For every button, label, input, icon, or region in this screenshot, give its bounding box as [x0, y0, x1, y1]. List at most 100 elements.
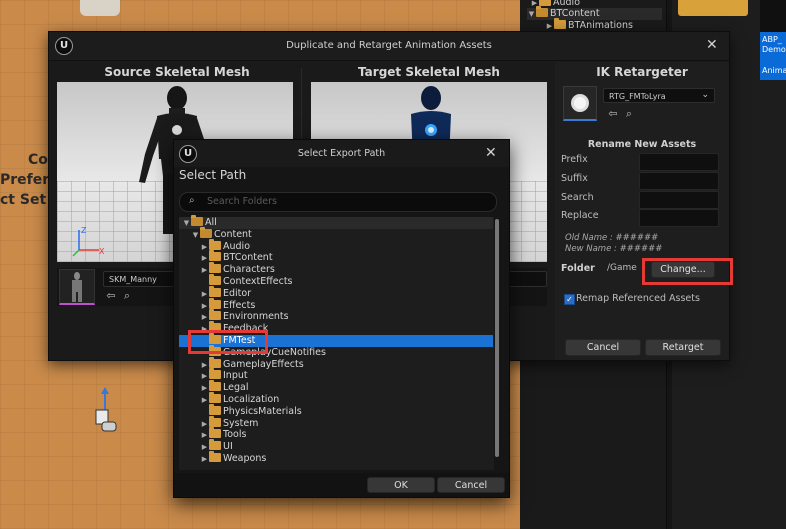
folder-label: All: [205, 217, 217, 228]
folder-label: System: [223, 417, 259, 429]
folder-row[interactable]: PhysicsMaterials: [179, 403, 493, 418]
chevron-right-icon[interactable]: ▶: [200, 252, 209, 264]
chevron-right-icon[interactable]: ▶: [200, 288, 209, 300]
folder-row[interactable]: ▶ Localization: [179, 392, 493, 406]
browse-asset-icon[interactable]: ⌕: [121, 290, 133, 302]
folder-icon: [209, 392, 221, 403]
rename-header: Rename New Assets: [587, 139, 697, 150]
folder-label: Input: [223, 370, 248, 382]
folder-row[interactable]: ▶ Legal: [179, 380, 493, 394]
folder-row[interactable]: ▶ UI: [179, 439, 493, 453]
use-selected-icon[interactable]: ⇦: [105, 290, 117, 302]
folder-icon: [200, 226, 212, 238]
folder-label: PhysicsMaterials: [223, 405, 302, 417]
chevron-right-icon[interactable]: ▶: [200, 359, 209, 371]
chevron-right-icon[interactable]: ▶: [200, 264, 209, 276]
asset-label: Animat: [762, 66, 786, 75]
folder-row[interactable]: ▶ Input: [179, 368, 493, 382]
folder-row[interactable]: ▶ Effects: [179, 297, 493, 312]
browse-asset-icon[interactable]: ⌕: [623, 108, 635, 120]
folder-row[interactable]: ▶ System: [179, 415, 493, 430]
replace-label: Replace: [561, 210, 599, 221]
suffix-field[interactable]: [639, 172, 719, 190]
chevron-down-icon[interactable]: ▼: [191, 229, 200, 241]
chevron-right-icon[interactable]: ▶: [200, 453, 209, 465]
new-name-preview: New Name : ######: [565, 244, 663, 254]
folder-icon: [209, 262, 221, 274]
folder-row[interactable]: ContextEffects: [179, 274, 493, 288]
chevron-right-icon[interactable]: ▶: [200, 394, 209, 406]
folder-label: GameplayEffects: [223, 358, 304, 370]
folder-label: BTContent: [223, 252, 273, 264]
bg-tree-row[interactable]: ▼ BTContent: [527, 6, 662, 20]
chevron-right-icon[interactable]: ▶: [200, 429, 209, 441]
folder-icon: [209, 297, 221, 309]
use-selected-icon[interactable]: ⇦: [607, 108, 619, 120]
dialog-title: Duplicate and Retarget Animation Assets: [286, 40, 492, 51]
folder-row[interactable]: ▶ Tools: [179, 427, 493, 441]
folder-row[interactable]: ▼ All: [179, 215, 493, 229]
folder-row[interactable]: ▶ Weapons: [179, 451, 493, 465]
remap-checkbox[interactable]: ✓: [564, 294, 575, 305]
tree-scrollbar[interactable]: [495, 219, 499, 457]
folder-icon: [209, 238, 221, 250]
chevron-right-icon[interactable]: ▶: [200, 370, 209, 382]
folder-path: /Game: [607, 263, 637, 273]
retarget-button[interactable]: Retarget: [645, 339, 721, 356]
folder-row[interactable]: ▶ GameplayEffects: [179, 356, 493, 371]
select-export-path-dialog: U Select Export Path ✕ Select Path ⌕ Sea…: [173, 139, 510, 498]
chevron-right-icon[interactable]: ▶: [200, 441, 209, 453]
source-mesh-thumbnail[interactable]: [59, 269, 95, 305]
folder-icon: [209, 356, 221, 368]
ik-retargeter-panel: IK Retargeter RTG_FMToLyra ⌄ ⇦ ⌕ Rename N…: [555, 62, 733, 360]
close-icon[interactable]: ✕: [706, 37, 718, 53]
chevron-right-icon[interactable]: ▶: [200, 382, 209, 394]
folder-row[interactable]: ▶ BTContent: [179, 250, 493, 264]
rtg-thumbnail[interactable]: [563, 86, 597, 121]
folder-row[interactable]: ▶ Audio: [179, 238, 493, 253]
svg-text:X: X: [99, 247, 105, 256]
export-button-bar: OK Cancel: [174, 473, 509, 497]
cancel-button[interactable]: Cancel: [565, 339, 641, 356]
folder-label: UI: [223, 441, 233, 453]
search-folders-input[interactable]: ⌕ Search Folders: [179, 192, 497, 212]
folder-icon: [209, 380, 221, 392]
chevron-right-icon[interactable]: ▶: [200, 418, 209, 430]
folder-row[interactable]: ▶ Editor: [179, 285, 493, 300]
old-name-preview: Old Name : ######: [565, 233, 659, 243]
folder-icon: [209, 427, 221, 439]
chevron-right-icon[interactable]: ▶: [200, 300, 209, 312]
target-header: Target Skeletal Mesh: [358, 65, 500, 79]
folder-row[interactable]: ▶ Environments: [179, 309, 493, 323]
chevron-down-icon[interactable]: ▼: [182, 217, 191, 229]
search-placeholder: Search Folders: [207, 196, 277, 207]
chevron-right-icon[interactable]: ▶: [200, 311, 209, 323]
folder-label: Audio: [223, 240, 251, 252]
ok-button[interactable]: OK: [367, 477, 435, 493]
folder-label: Folder: [561, 263, 595, 274]
ik-asset-combo[interactable]: RTG_FMToLyra ⌄: [603, 88, 715, 103]
suffix-label: Suffix: [561, 173, 588, 184]
asset-thumbnail-preview: [760, 0, 786, 32]
prefix-field[interactable]: [639, 153, 719, 171]
close-icon[interactable]: ✕: [485, 145, 497, 161]
folder-label: Environments: [223, 311, 289, 323]
cancel-button[interactable]: Cancel: [437, 477, 505, 493]
replace-field[interactable]: [639, 209, 719, 227]
source-header: Source Skeletal Mesh: [104, 65, 250, 79]
viewport-toolbar-icon[interactable]: [80, 0, 120, 16]
folder-label: Tools: [223, 429, 247, 441]
folder-row[interactable]: ▶ Characters: [179, 262, 493, 276]
asset-thumbnail[interactable]: [678, 0, 748, 16]
folder-label: Effects: [223, 299, 256, 311]
axis-gizmo-icon: Z X: [72, 226, 105, 257]
export-window-title: Select Export Path: [297, 148, 386, 159]
player-start-gizmo[interactable]: [90, 386, 120, 436]
search-field[interactable]: [639, 191, 719, 209]
ik-header: IK Retargeter: [596, 65, 688, 79]
folder-label: ContextEffects: [223, 276, 293, 287]
chevron-right-icon[interactable]: ▶: [200, 241, 209, 253]
folder-icon: [209, 415, 221, 427]
folder-row[interactable]: ▼ Content: [179, 226, 493, 241]
svg-text:Z: Z: [81, 226, 87, 235]
